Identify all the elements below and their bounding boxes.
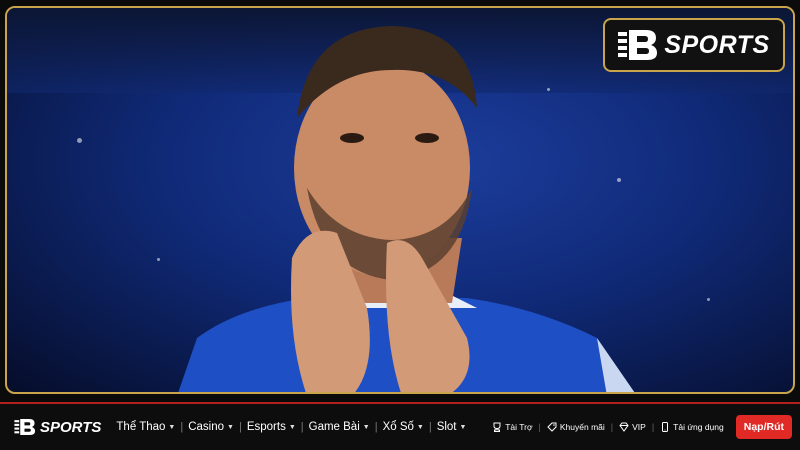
nav-menu: Thể Thao ▼ | Casino ▼ | Esports ▼ | Game Bà… (111, 421, 471, 433)
chevron-down-icon: ▼ (288, 423, 296, 431)
nav-item-the-thao[interactable]: Thể Thao ▼ (111, 421, 180, 433)
divider: | (538, 422, 541, 432)
util-sponsor[interactable]: Tài Trợ (490, 422, 534, 432)
phone-icon (662, 422, 669, 432)
nav-item-game-bai[interactable]: Game Bài ▼ (304, 421, 375, 433)
chevron-down-icon: ▼ (227, 423, 234, 431)
divider: | (651, 422, 655, 432)
chevron-down-icon: ▼ (459, 423, 467, 431)
trophy-icon (493, 422, 501, 432)
util-vip[interactable]: VIP (617, 422, 648, 432)
deposit-withdraw-button[interactable]: Nạp/Rút (735, 415, 792, 439)
nav-brand-name: SPORTS (40, 418, 102, 436)
diamond-icon (619, 422, 629, 432)
nav-item-slot[interactable]: Slot ▼ (432, 421, 472, 433)
bottom-navbar: SPORTS Thể Thao ▼ | Casino ▼ | Esports ▼ | … (0, 402, 800, 450)
nav-item-esports[interactable]: Esports ▼ (242, 421, 301, 433)
nav-item-casino[interactable]: Casino ▼ (183, 421, 239, 433)
chevron-down-icon: ▼ (362, 423, 370, 431)
divider: | (610, 422, 614, 432)
tag-icon (547, 422, 557, 432)
nav-item-xo-so[interactable]: Xổ Số ▼ (378, 421, 429, 433)
chevron-down-icon: ▼ (168, 423, 176, 431)
nav-logo[interactable]: SPORTS (14, 418, 101, 436)
brand-badge: SPORTS (603, 18, 785, 72)
brand-name: SPORTS (664, 30, 770, 59)
util-promotions[interactable]: Khuyến mãi (545, 422, 607, 432)
b-logo-icon (618, 30, 658, 60)
util-download-app[interactable]: Tải ứng dụng (658, 422, 726, 432)
nav-utilities: Tài Trợ | Khuyến mãi | VIP | Tải ứng dụn… (490, 415, 792, 439)
chevron-down-icon: ▼ (416, 423, 424, 431)
hero-image: SPORTS (5, 6, 795, 394)
b-logo-icon (14, 419, 36, 435)
